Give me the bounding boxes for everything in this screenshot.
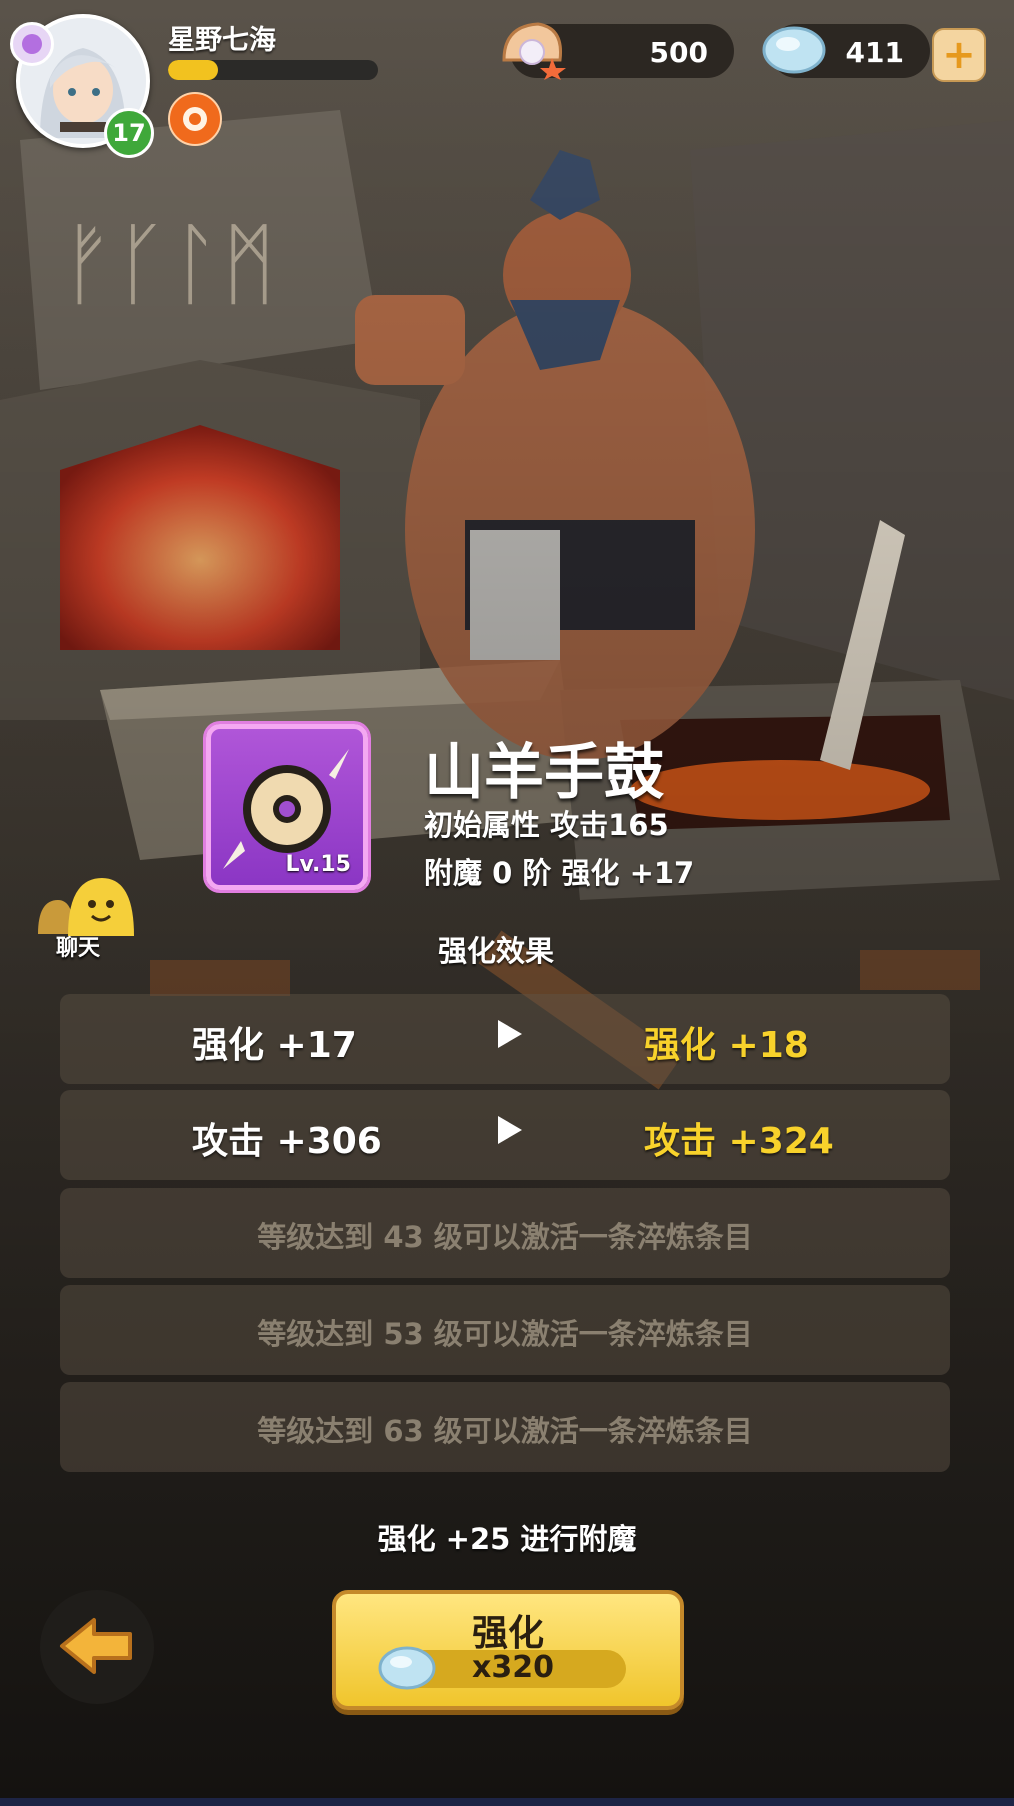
strengthen-button[interactable]: 强化 x320 bbox=[332, 1590, 684, 1710]
arrow-right-icon bbox=[498, 1116, 522, 1144]
crystal-stone-icon bbox=[378, 1646, 436, 1690]
buff-badge-icon[interactable] bbox=[168, 92, 222, 146]
item-icon-frame[interactable]: Lv.15 bbox=[206, 724, 368, 890]
chat-button[interactable]: 聊天 bbox=[30, 870, 150, 970]
item-level: Lv.15 bbox=[285, 852, 351, 877]
arrow-right-icon bbox=[498, 1020, 522, 1048]
pearl-shell-icon bbox=[502, 22, 566, 80]
crystal-stone-icon bbox=[762, 26, 826, 74]
locked-refine-text: 等级达到 53 级可以激活一条淬炼条目 bbox=[257, 1317, 753, 1351]
locked-refine-row: 等级达到 53 级可以激活一条淬炼条目 bbox=[60, 1285, 950, 1375]
pearl-amount: 500 bbox=[649, 36, 708, 69]
strengthen-cost: x320 bbox=[472, 1650, 554, 1685]
current-attack: 攻击 +306 bbox=[192, 1121, 382, 1162]
chat-label: 聊天 bbox=[56, 936, 101, 961]
item-enchant-strength: 附魔 0 阶 强化 +17 bbox=[424, 856, 695, 890]
experience-bar bbox=[168, 60, 378, 80]
back-button[interactable] bbox=[40, 1590, 154, 1704]
next-attack: 攻击 +324 bbox=[644, 1121, 834, 1162]
current-strength: 强化 +17 bbox=[192, 1025, 357, 1066]
experience-bar-fill bbox=[168, 60, 219, 80]
locked-refine-text: 等级达到 63 级可以激活一条淬炼条目 bbox=[257, 1414, 753, 1448]
locked-refine-row: 等级达到 43 级可以激活一条淬炼条目 bbox=[60, 1188, 950, 1278]
bottom-edge-strip bbox=[0, 1798, 1014, 1806]
back-arrow-icon bbox=[60, 1618, 132, 1674]
locked-refine-row: 等级达到 63 级可以激活一条淬炼条目 bbox=[60, 1382, 950, 1472]
effects-title: 强化效果 bbox=[438, 934, 555, 968]
player-name: 星野七海 bbox=[168, 25, 276, 56]
locked-refine-text: 等级达到 43 级可以激活一条淬炼条目 bbox=[257, 1220, 753, 1254]
add-currency-button[interactable]: + bbox=[932, 28, 986, 82]
item-name: 山羊手鼓 bbox=[424, 738, 664, 808]
plus-icon: + bbox=[942, 32, 976, 78]
enchant-requirement-note: 强化 +25 进行附魔 bbox=[377, 1522, 637, 1556]
effect-row-strength: 强化 +17 强化 +18 bbox=[60, 994, 950, 1084]
item-base-stat: 初始属性 攻击165 bbox=[424, 808, 669, 842]
avatar-frame-badge-icon bbox=[10, 22, 54, 66]
pearl-currency-counter: 500 bbox=[502, 22, 734, 80]
next-strength: 强化 +18 bbox=[644, 1025, 809, 1066]
player-level-badge: 17 bbox=[104, 108, 154, 158]
crystal-currency-counter: 411 bbox=[762, 24, 930, 78]
effect-row-attack: 攻击 +306 攻击 +324 bbox=[60, 1090, 950, 1180]
crystal-amount: 411 bbox=[845, 36, 904, 69]
